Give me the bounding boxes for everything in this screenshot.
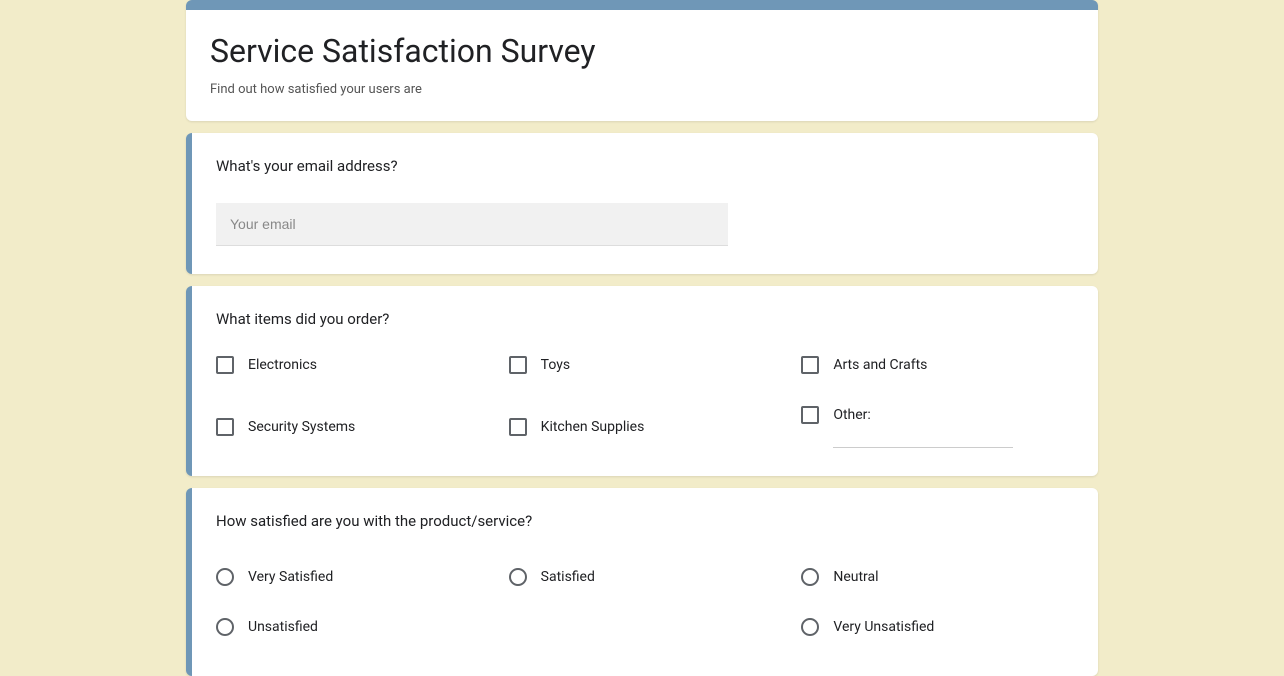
checkbox-option-arts-crafts[interactable]: Arts and Crafts xyxy=(801,356,1074,374)
option-label: Security Systems xyxy=(248,419,355,435)
question-email-title: What's your email address? xyxy=(216,157,1074,175)
checkbox-option-other-wrapper: Other: xyxy=(801,406,1074,448)
radio-icon xyxy=(216,568,234,586)
checkbox-icon xyxy=(509,418,527,436)
form-header-card: Service Satisfaction Survey Find out how… xyxy=(186,0,1098,121)
checkbox-icon xyxy=(216,418,234,436)
form-container: Service Satisfaction Survey Find out how… xyxy=(186,0,1098,676)
radio-icon xyxy=(801,568,819,586)
option-label: Arts and Crafts xyxy=(833,357,927,373)
option-label: Unsatisfied xyxy=(248,619,318,635)
other-text-input[interactable] xyxy=(833,428,1013,448)
radio-empty-slot xyxy=(509,618,782,636)
checkbox-option-other[interactable]: Other: xyxy=(801,406,1074,424)
option-label: Very Satisfied xyxy=(248,569,333,585)
radio-option-neutral[interactable]: Neutral xyxy=(801,568,1074,586)
option-label: Other: xyxy=(833,407,870,423)
radio-option-very-satisfied[interactable]: Very Satisfied xyxy=(216,568,489,586)
question-satisfaction-card: How satisfied are you with the product/s… xyxy=(186,488,1098,676)
checkbox-icon xyxy=(801,356,819,374)
option-label: Kitchen Supplies xyxy=(541,419,645,435)
radio-icon xyxy=(216,618,234,636)
question-satisfaction-title: How satisfied are you with the product/s… xyxy=(216,512,1074,530)
checkbox-option-electronics[interactable]: Electronics xyxy=(216,356,489,374)
question-items-title: What items did you order? xyxy=(216,310,1074,328)
checkbox-icon xyxy=(801,406,819,424)
checkbox-icon xyxy=(216,356,234,374)
option-label: Satisfied xyxy=(541,569,595,585)
option-label: Electronics xyxy=(248,357,317,373)
items-options-grid: Electronics Toys Arts and Crafts Securit… xyxy=(216,356,1074,448)
form-description: Find out how satisfied your users are xyxy=(210,82,1074,97)
checkbox-option-security-systems[interactable]: Security Systems xyxy=(216,406,489,448)
satisfaction-options-grid: Very Satisfied Satisfied Neutral Unsatis… xyxy=(216,568,1074,636)
checkbox-option-toys[interactable]: Toys xyxy=(509,356,782,374)
form-title: Service Satisfaction Survey xyxy=(210,32,1074,70)
radio-option-very-unsatisfied[interactable]: Very Unsatisfied xyxy=(801,618,1074,636)
radio-icon xyxy=(801,618,819,636)
question-email-card: What's your email address? xyxy=(186,133,1098,274)
radio-option-unsatisfied[interactable]: Unsatisfied xyxy=(216,618,489,636)
question-items-card: What items did you order? Electronics To… xyxy=(186,286,1098,476)
option-label: Neutral xyxy=(833,569,878,585)
checkbox-icon xyxy=(509,356,527,374)
option-label: Very Unsatisfied xyxy=(833,619,934,635)
radio-icon xyxy=(509,568,527,586)
checkbox-option-kitchen-supplies[interactable]: Kitchen Supplies xyxy=(509,406,782,448)
option-label: Toys xyxy=(541,357,570,373)
radio-option-satisfied[interactable]: Satisfied xyxy=(509,568,782,586)
email-input[interactable] xyxy=(216,203,728,246)
